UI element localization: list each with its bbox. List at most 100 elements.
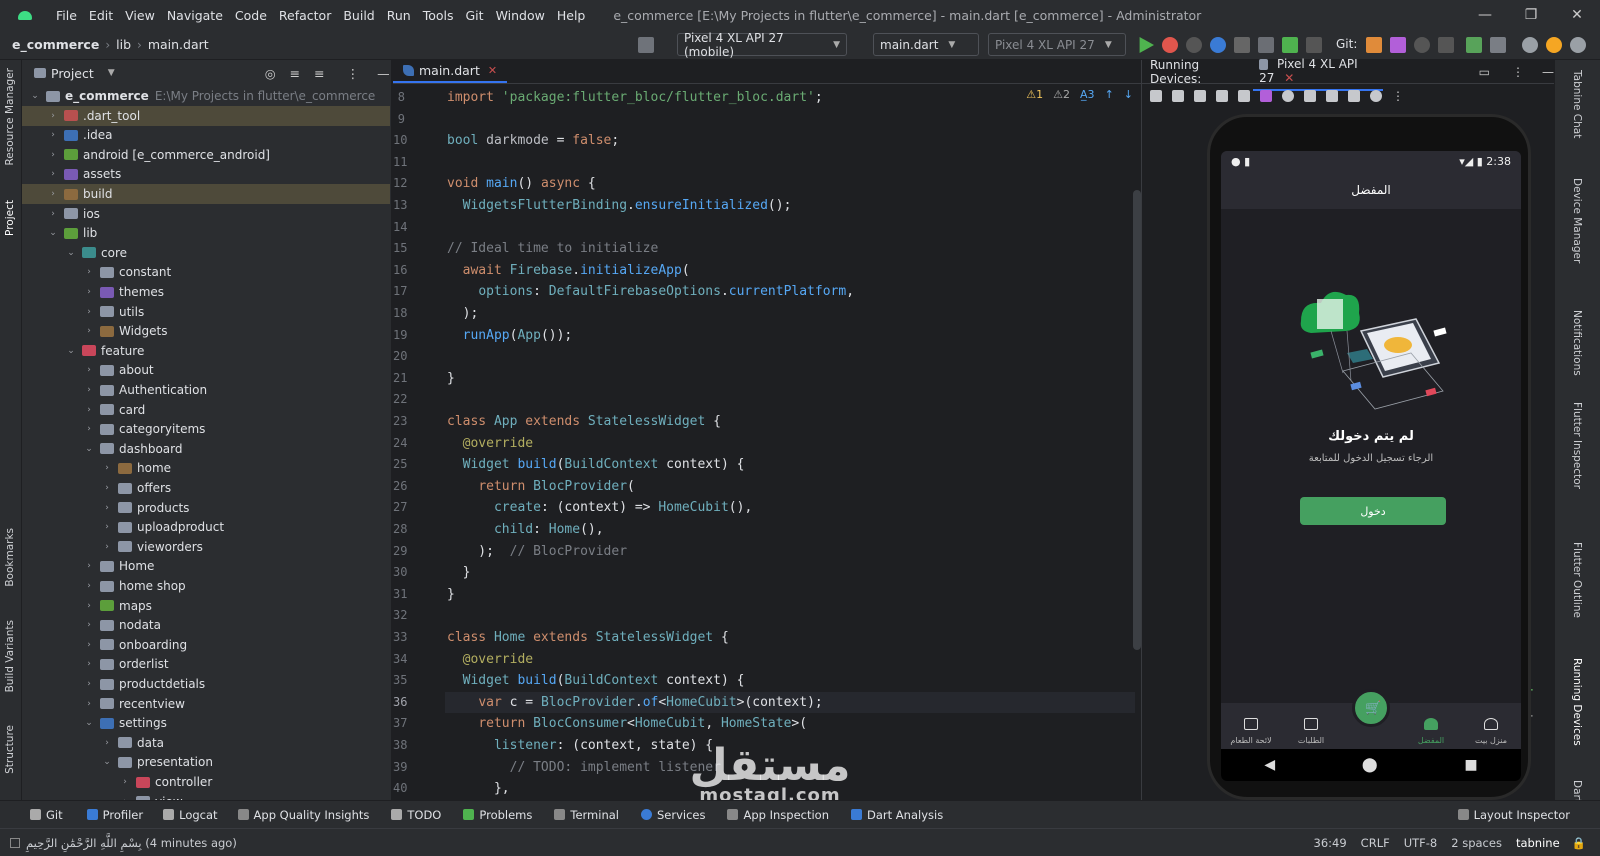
- status-toggle-icon[interactable]: [10, 837, 20, 848]
- chevron-right-icon[interactable]: ›: [48, 150, 58, 160]
- tree-node[interactable]: › android [e_commerce_android]: [22, 145, 390, 165]
- tree-node[interactable]: › card: [22, 400, 390, 420]
- chevron-right-icon[interactable]: ›: [48, 209, 58, 219]
- code-line[interactable]: Widget build(BuildContext context) {: [445, 454, 1135, 475]
- structure-tab[interactable]: Structure: [4, 725, 16, 774]
- tree-node[interactable]: › controller: [22, 772, 390, 792]
- code-line[interactable]: child: Home(),: [445, 519, 1135, 540]
- expand-all-icon[interactable]: ≡: [290, 66, 300, 81]
- code-line[interactable]: [445, 152, 1135, 173]
- tree-node[interactable]: › home: [22, 458, 390, 478]
- minimize-button[interactable]: —: [1462, 0, 1508, 30]
- chevron-right-icon[interactable]: ›: [48, 111, 58, 121]
- code-line[interactable]: [445, 605, 1135, 626]
- hide-panel-icon[interactable]: —: [377, 66, 390, 81]
- coverage-icon[interactable]: [1186, 37, 1202, 53]
- chevron-right-icon[interactable]: ›: [48, 130, 58, 140]
- todo-tool-button[interactable]: TODO: [391, 808, 441, 822]
- device-manager-tab[interactable]: Device Manager: [1571, 178, 1583, 263]
- hot-reload-icon[interactable]: [1234, 37, 1250, 53]
- logcat-tool-button[interactable]: Logcat: [163, 808, 218, 822]
- tree-node[interactable]: › data: [22, 733, 390, 753]
- chevron-right-icon[interactable]: ›: [84, 424, 94, 434]
- chevron-down-icon[interactable]: ⌄: [84, 718, 94, 728]
- line-separator[interactable]: CRLF: [1361, 836, 1390, 850]
- code-line[interactable]: );: [445, 303, 1135, 324]
- nav-item-menu[interactable]: لائحة الطعام: [1226, 718, 1276, 745]
- git-tool-button[interactable]: Git: [30, 808, 63, 822]
- search-icon[interactable]: [1522, 37, 1538, 53]
- locate-file-icon[interactable]: ◎: [265, 66, 276, 81]
- problems-tool-button[interactable]: Problems: [463, 808, 532, 822]
- attach-debugger-icon[interactable]: [1282, 37, 1298, 53]
- menu-item-git[interactable]: Git: [460, 8, 490, 23]
- notifications-tab[interactable]: Notifications: [1571, 310, 1583, 376]
- code-line[interactable]: }: [445, 368, 1135, 389]
- volume-down-icon[interactable]: [1194, 90, 1206, 102]
- screen-record-icon[interactable]: [1348, 90, 1360, 102]
- maximize-button[interactable]: ❐: [1508, 0, 1554, 30]
- warning-count[interactable]: ⚠1: [1026, 88, 1043, 101]
- menu-item-run[interactable]: Run: [381, 8, 417, 23]
- chevron-right-icon[interactable]: ›: [84, 365, 94, 375]
- code-line[interactable]: options: DefaultFirebaseOptions.currentP…: [445, 281, 1135, 302]
- android-recents-icon[interactable]: ■: [1464, 757, 1477, 773]
- tree-node[interactable]: › categoryitems: [22, 419, 390, 439]
- menu-item-view[interactable]: View: [119, 8, 161, 23]
- tree-node[interactable]: ⌄ settings: [22, 713, 390, 733]
- chevron-down-icon[interactable]: ▼: [108, 68, 115, 78]
- close-device-tab-icon[interactable]: ✕: [1284, 71, 1294, 85]
- chevron-down-icon[interactable]: ⌄: [66, 346, 76, 356]
- git-push-icon[interactable]: [1390, 37, 1406, 53]
- hide-device-panel-icon[interactable]: —: [1542, 65, 1554, 79]
- chevron-right-icon[interactable]: ›: [84, 267, 94, 277]
- chevron-down-icon[interactable]: ⌄: [102, 757, 112, 767]
- git-rollback-icon[interactable]: [1438, 37, 1454, 53]
- flutter-inspector-tab[interactable]: Flutter Inspector: [1571, 402, 1583, 489]
- power-icon[interactable]: [1150, 90, 1162, 102]
- code-line[interactable]: @override: [445, 433, 1135, 454]
- code-line[interactable]: bool darkmode = false;: [445, 130, 1135, 151]
- flutter-outline-tab[interactable]: Flutter Outline: [1571, 542, 1583, 618]
- chevron-right-icon[interactable]: ›: [48, 169, 58, 179]
- chevron-right-icon[interactable]: ›: [84, 601, 94, 611]
- chevron-right-icon[interactable]: ›: [84, 561, 94, 571]
- chevron-right-icon[interactable]: ›: [102, 483, 112, 493]
- code-line[interactable]: await Firebase.initializeApp(: [445, 260, 1135, 281]
- device-options-icon[interactable]: ⋮: [1512, 65, 1524, 79]
- tree-node[interactable]: › products: [22, 498, 390, 518]
- reset-icon[interactable]: [1370, 90, 1382, 102]
- menu-item-file[interactable]: File: [50, 8, 83, 23]
- chevron-right-icon[interactable]: ›: [84, 405, 94, 415]
- layout-toggle-icon[interactable]: ▭: [1479, 65, 1490, 79]
- tree-node[interactable]: › orderlist: [22, 654, 390, 674]
- device-tab[interactable]: Pixel 4 XL API 27 ✕: [1253, 53, 1383, 91]
- home-icon[interactable]: [1282, 90, 1294, 102]
- tree-node[interactable]: › assets: [22, 164, 390, 184]
- chevron-right-icon[interactable]: ›: [102, 542, 112, 552]
- tree-node[interactable]: ⌄ core: [22, 243, 390, 263]
- tabnine-status[interactable]: tabnine: [1516, 836, 1560, 850]
- code-line[interactable]: [445, 109, 1135, 130]
- code-line[interactable]: WidgetsFlutterBinding.ensureInitialized(…: [445, 195, 1135, 216]
- code-line[interactable]: class Home extends StatelessWidget {: [445, 627, 1135, 648]
- tabnine-chat-tab[interactable]: Tabnine Chat: [1571, 70, 1583, 138]
- tree-node[interactable]: › vieworders: [22, 537, 390, 557]
- app-inspection-tool-button[interactable]: App Inspection: [727, 808, 829, 822]
- update-icon[interactable]: [1546, 37, 1562, 53]
- run-config-selector[interactable]: main.dart ▼: [873, 33, 979, 56]
- tree-node[interactable]: › Authentication: [22, 380, 390, 400]
- secondary-device-selector[interactable]: Pixel 4 XL API 27 ▼: [988, 33, 1126, 56]
- chevron-right-icon[interactable]: ›: [102, 463, 112, 473]
- menu-item-navigate[interactable]: Navigate: [161, 8, 229, 23]
- chevron-right-icon[interactable]: ›: [120, 777, 130, 787]
- tree-node[interactable]: › about: [22, 360, 390, 380]
- chevron-right-icon[interactable]: ›: [84, 640, 94, 650]
- project-structure-icon[interactable]: [1490, 37, 1506, 53]
- code-line[interactable]: [445, 346, 1135, 367]
- tree-node[interactable]: › productdetials: [22, 674, 390, 694]
- tree-node[interactable]: › Home: [22, 556, 390, 576]
- inspection-widget[interactable]: ⚠1 ⚠2 A̲3 ↑ ↓: [1026, 88, 1133, 101]
- chevron-right-icon[interactable]: ›: [48, 189, 58, 199]
- app-quality-tool-button[interactable]: App Quality Insights: [237, 808, 369, 822]
